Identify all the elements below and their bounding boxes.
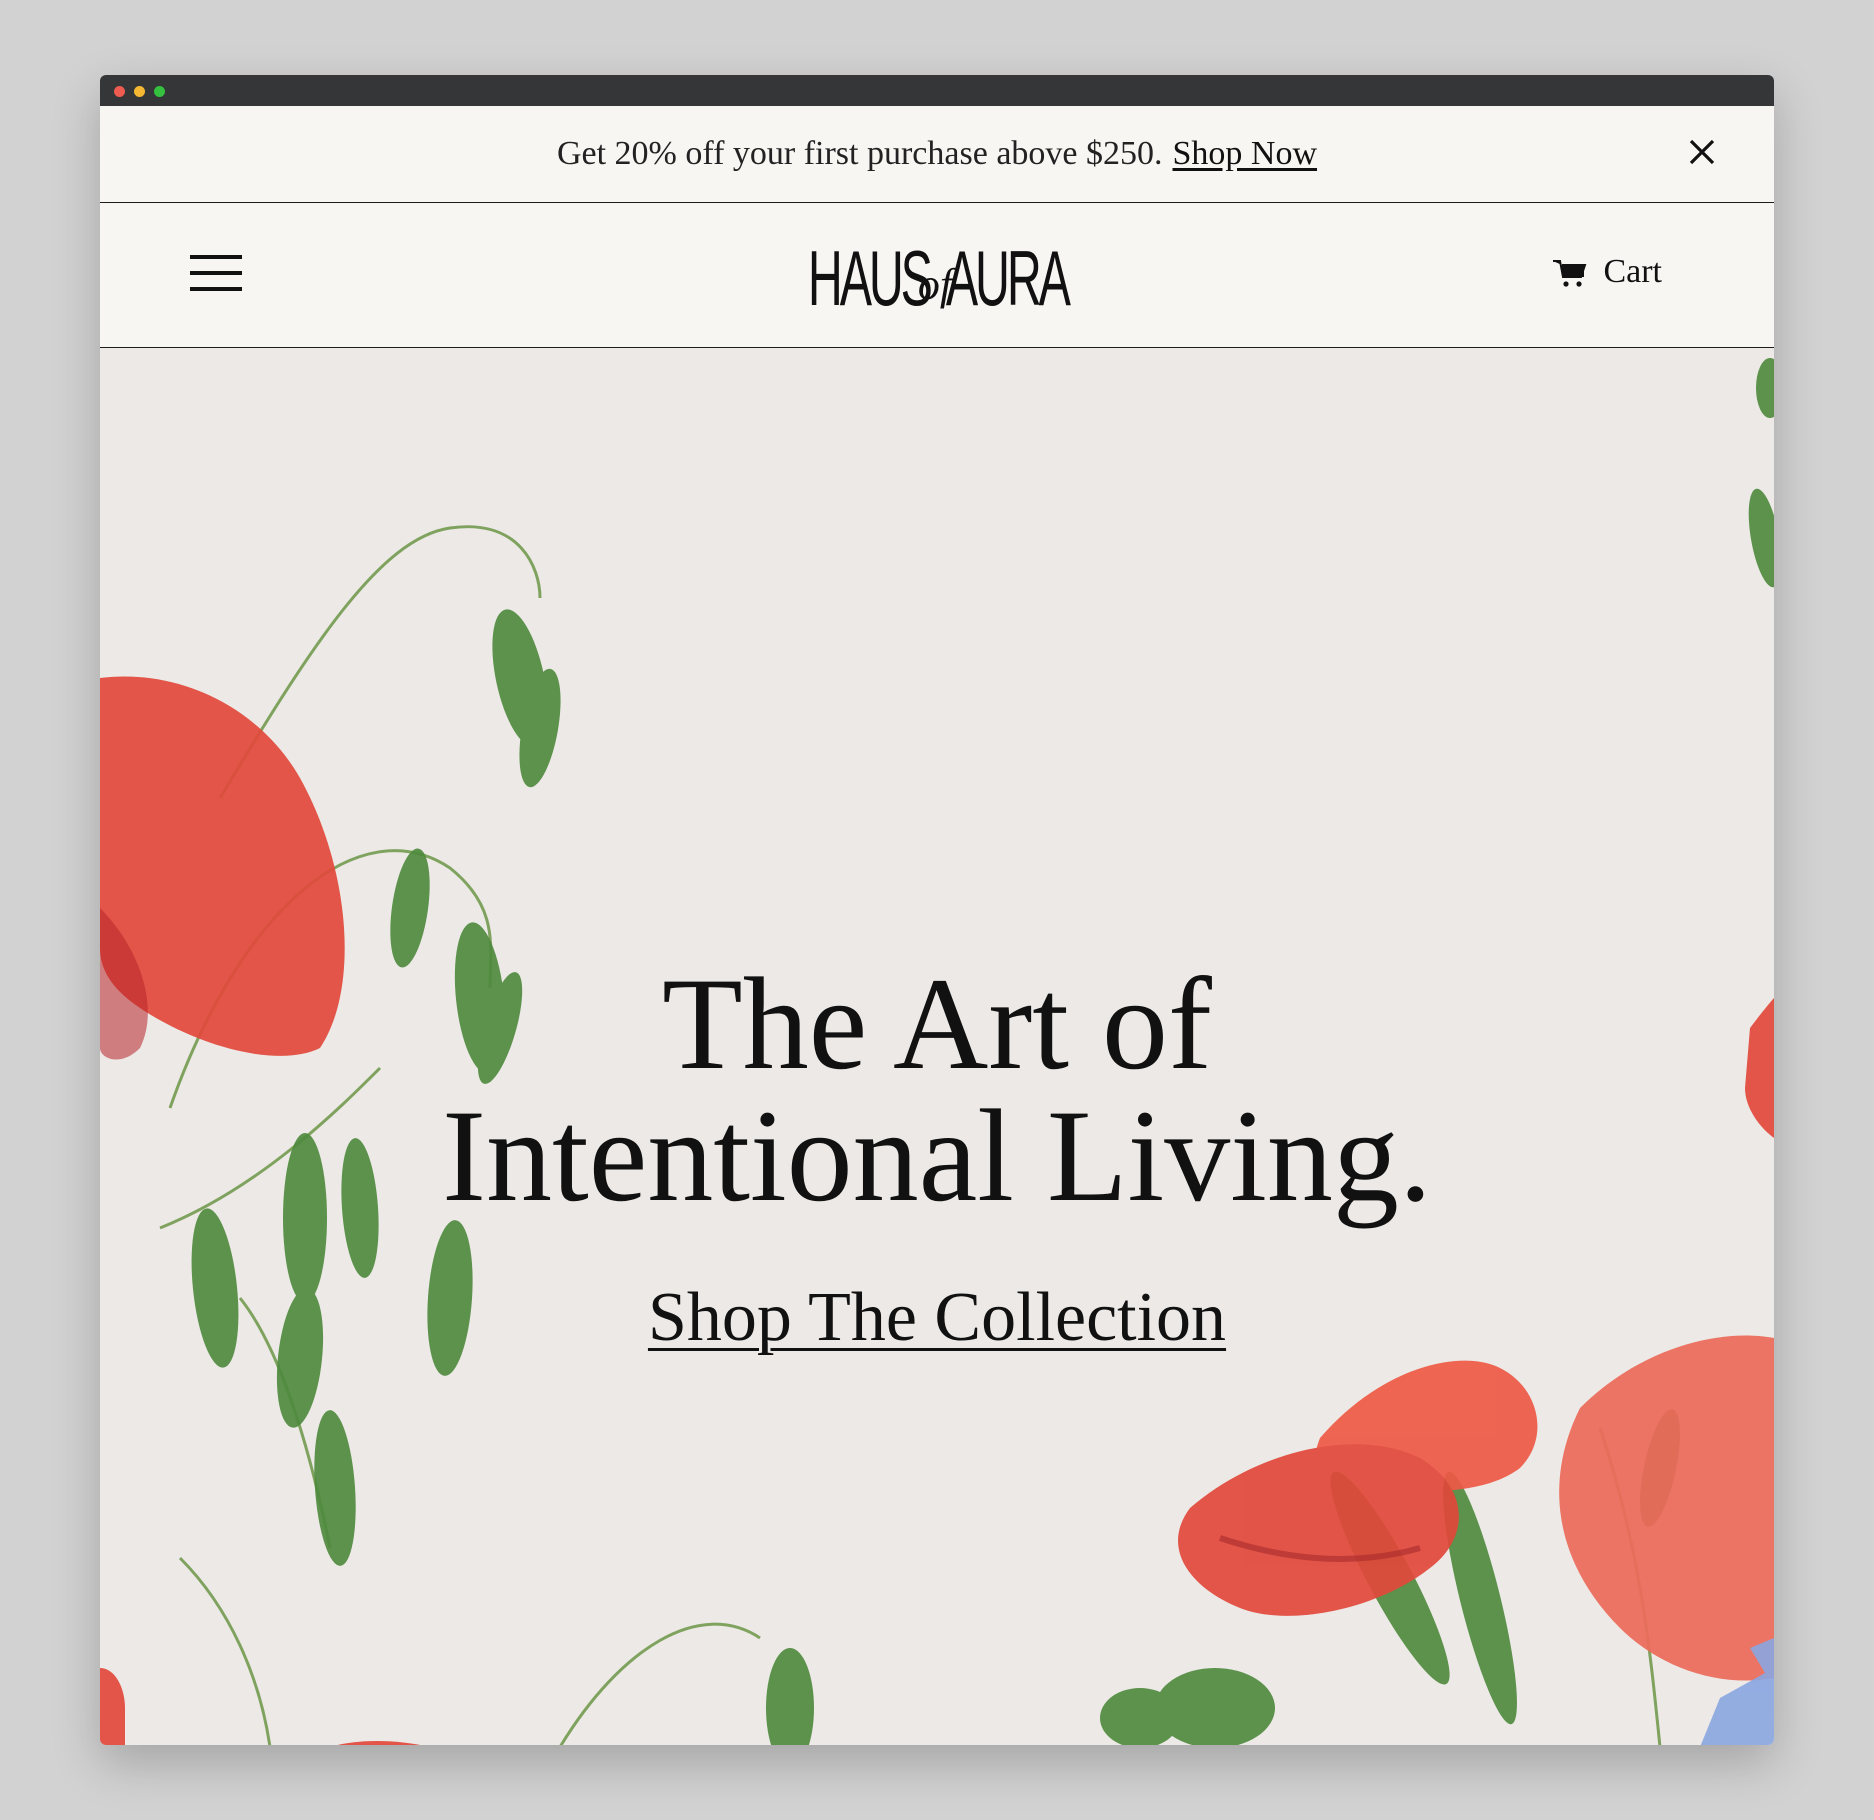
shop-now-link[interactable]: Shop Now: [1173, 135, 1318, 173]
browser-window: Get 20% off your first purchase above $2…: [100, 75, 1774, 1745]
hero-headline-line1: The Art of: [662, 950, 1212, 1097]
cart-icon: [1553, 260, 1587, 287]
cart-button[interactable]: Cart: [1551, 253, 1662, 291]
close-icon: [1689, 139, 1715, 165]
hero-cta: Shop The Collection: [100, 1278, 1774, 1358]
hero-headline: The Art of Intentional Living.: [100, 958, 1774, 1222]
hero-headline-line2: Intentional Living.: [442, 1082, 1432, 1229]
logo-text-aura: AURA: [946, 234, 1071, 322]
logo-text-haus: HAUS: [807, 234, 933, 322]
minimize-window-button[interactable]: [134, 86, 145, 97]
window-chrome: [100, 75, 1774, 106]
announcement-bar: Get 20% off your first purchase above $2…: [100, 106, 1774, 203]
close-announcement-button[interactable]: [1686, 136, 1718, 168]
close-window-button[interactable]: [114, 86, 125, 97]
hero-section: The Art of Intentional Living. Shop The …: [100, 348, 1774, 1745]
cart-label: Cart: [1603, 253, 1662, 290]
maximize-window-button[interactable]: [154, 86, 165, 97]
hamburger-menu-icon[interactable]: [190, 255, 242, 295]
announcement-text: Get 20% off your first purchase above $2…: [556, 135, 1163, 172]
site-logo[interactable]: HAUS of AURA: [807, 234, 1071, 322]
shop-collection-link[interactable]: Shop The Collection: [648, 1279, 1226, 1356]
site-header: HAUS of AURA Cart: [100, 203, 1774, 348]
